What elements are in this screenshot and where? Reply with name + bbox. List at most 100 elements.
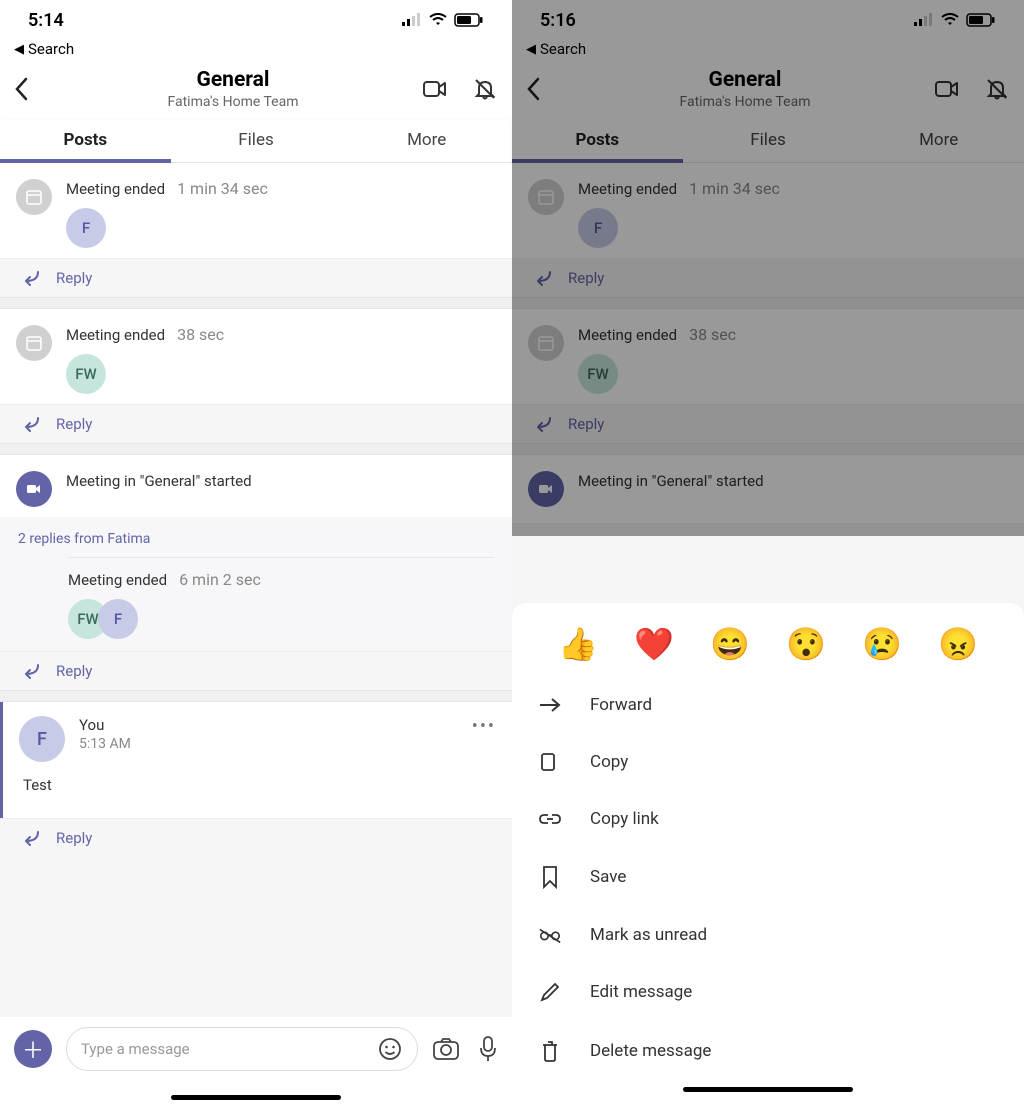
notifications-off-icon[interactable] <box>984 76 1010 102</box>
signal-icon <box>914 13 934 27</box>
tabs: Posts Files More <box>512 120 1024 163</box>
reaction-like[interactable]: 👍 <box>558 625 598 663</box>
composer: ＋ Type a message <box>0 1017 512 1089</box>
team-subtitle: Fatima's Home Team <box>44 94 422 110</box>
meeting-duration: 38 sec <box>177 325 224 344</box>
meeting-title: Meeting in "General" started <box>66 472 252 490</box>
context-sheet: 👍 ❤️ 😄 😯 😢 😠 Forward Copy Copy link Save… <box>512 603 1024 1108</box>
sheet-forward[interactable]: Forward <box>512 677 1024 733</box>
calendar-icon <box>16 325 52 361</box>
posts-feed[interactable]: Meeting ended 1 min 34 sec F Reply Meeti… <box>0 163 512 1017</box>
trash-icon <box>538 1039 562 1063</box>
reply-button[interactable]: Reply <box>0 651 512 690</box>
reply-button[interactable]: Reply <box>512 404 1024 443</box>
back-button[interactable] <box>14 77 44 101</box>
back-to-search[interactable]: ◀ Search <box>0 40 512 64</box>
reaction-heart[interactable]: ❤️ <box>634 625 674 663</box>
back-to-search[interactable]: ◀ Search <box>512 40 1024 64</box>
link-icon <box>538 812 562 826</box>
avatar: F <box>578 208 618 248</box>
bookmark-icon <box>538 865 562 889</box>
reaction-surprised[interactable]: 😯 <box>786 625 826 663</box>
tab-more[interactable]: More <box>853 120 1024 162</box>
sheet-label: Edit message <box>590 982 692 1002</box>
message-author: You <box>79 716 131 734</box>
status-indicators <box>402 13 484 27</box>
meeting-title: Meeting ended <box>578 180 677 198</box>
reaction-angry[interactable]: 😠 <box>938 625 978 663</box>
message-more-icon[interactable]: ••• <box>472 716 496 737</box>
glasses-off-icon <box>538 926 562 944</box>
header: General Fatima's Home Team <box>512 64 1024 120</box>
sheet-mark-unread[interactable]: Mark as unread <box>512 907 1024 963</box>
meeting-ended-item: Meeting ended 38 sec FW <box>0 309 512 404</box>
meeting-started-item: Meeting in "General" started <box>0 455 512 517</box>
status-bar: 5:14 <box>0 0 512 40</box>
message-time: 5:13 AM <box>79 736 131 752</box>
meeting-started-item: Meeting in "General" started <box>512 455 1024 523</box>
sheet-label: Save <box>590 867 626 887</box>
back-triangle-icon: ◀ <box>14 42 24 57</box>
video-call-icon[interactable] <box>934 76 960 102</box>
channel-title: General <box>44 68 422 92</box>
avatar: F <box>66 208 106 248</box>
signal-icon <box>402 13 422 27</box>
reply-icon <box>18 829 40 847</box>
add-button[interactable]: ＋ <box>14 1030 52 1068</box>
reply-label: Reply <box>568 415 604 433</box>
meeting-ended-item: Meeting ended 1 min 34 sec F <box>512 163 1024 258</box>
reaction-sad[interactable]: 😢 <box>862 625 902 663</box>
message-body: Test <box>3 770 512 818</box>
camera-icon[interactable] <box>432 1037 460 1061</box>
compose-input[interactable]: Type a message <box>66 1027 418 1071</box>
pencil-icon <box>538 981 562 1003</box>
header: General Fatima's Home Team <box>0 64 512 120</box>
forward-icon <box>538 697 562 713</box>
back-search-label: Search <box>540 40 586 58</box>
sheet-label: Copy <box>590 752 628 772</box>
notifications-off-icon[interactable] <box>472 76 498 102</box>
tab-posts[interactable]: Posts <box>512 120 683 162</box>
microphone-icon[interactable] <box>478 1035 498 1063</box>
video-call-icon[interactable] <box>422 76 448 102</box>
nested-reply: Meeting ended 6 min 2 sec FW F <box>0 558 512 651</box>
tab-posts[interactable]: Posts <box>0 120 171 162</box>
reaction-laugh[interactable]: 😄 <box>710 625 750 663</box>
emoji-icon[interactable] <box>377 1036 403 1062</box>
reply-icon <box>530 269 552 287</box>
sheet-label: Forward <box>590 695 652 715</box>
status-time: 5:16 <box>540 10 576 31</box>
reply-button[interactable]: Reply <box>0 818 512 857</box>
reply-button[interactable]: Reply <box>0 404 512 443</box>
meeting-title: Meeting ended <box>578 326 677 344</box>
message-item[interactable]: F You 5:13 AM ••• Test <box>0 702 512 818</box>
reply-label: Reply <box>568 269 604 287</box>
replies-summary[interactable]: 2 replies from Fatima <box>0 517 512 557</box>
reply-button[interactable]: Reply <box>0 258 512 297</box>
tab-files[interactable]: Files <box>683 120 854 162</box>
status-time: 5:14 <box>28 10 64 31</box>
sheet-label: Delete message <box>590 1041 711 1061</box>
reply-icon <box>18 415 40 433</box>
meeting-duration: 1 min 34 sec <box>177 179 268 198</box>
reply-button[interactable]: Reply <box>512 258 1024 297</box>
status-indicators <box>914 13 996 27</box>
back-button[interactable] <box>526 77 556 101</box>
sheet-delete[interactable]: Delete message <box>512 1021 1024 1081</box>
meeting-title: Meeting ended <box>68 571 167 589</box>
tabs: Posts Files More <box>0 120 512 163</box>
tab-more[interactable]: More <box>341 120 512 162</box>
battery-icon <box>454 13 484 27</box>
sheet-edit[interactable]: Edit message <box>512 963 1024 1021</box>
meeting-title: Meeting in "General" started <box>578 472 764 490</box>
tab-files[interactable]: Files <box>171 120 342 162</box>
reply-icon <box>18 662 40 680</box>
reactions-row: 👍 ❤️ 😄 😯 😢 😠 <box>512 603 1024 677</box>
sheet-save[interactable]: Save <box>512 847 1024 907</box>
status-bar: 5:16 <box>512 0 1024 40</box>
meeting-title: Meeting ended <box>66 180 165 198</box>
sheet-copy[interactable]: Copy <box>512 733 1024 791</box>
calendar-icon <box>528 179 564 215</box>
reply-icon <box>530 415 552 433</box>
sheet-copy-link[interactable]: Copy link <box>512 791 1024 847</box>
